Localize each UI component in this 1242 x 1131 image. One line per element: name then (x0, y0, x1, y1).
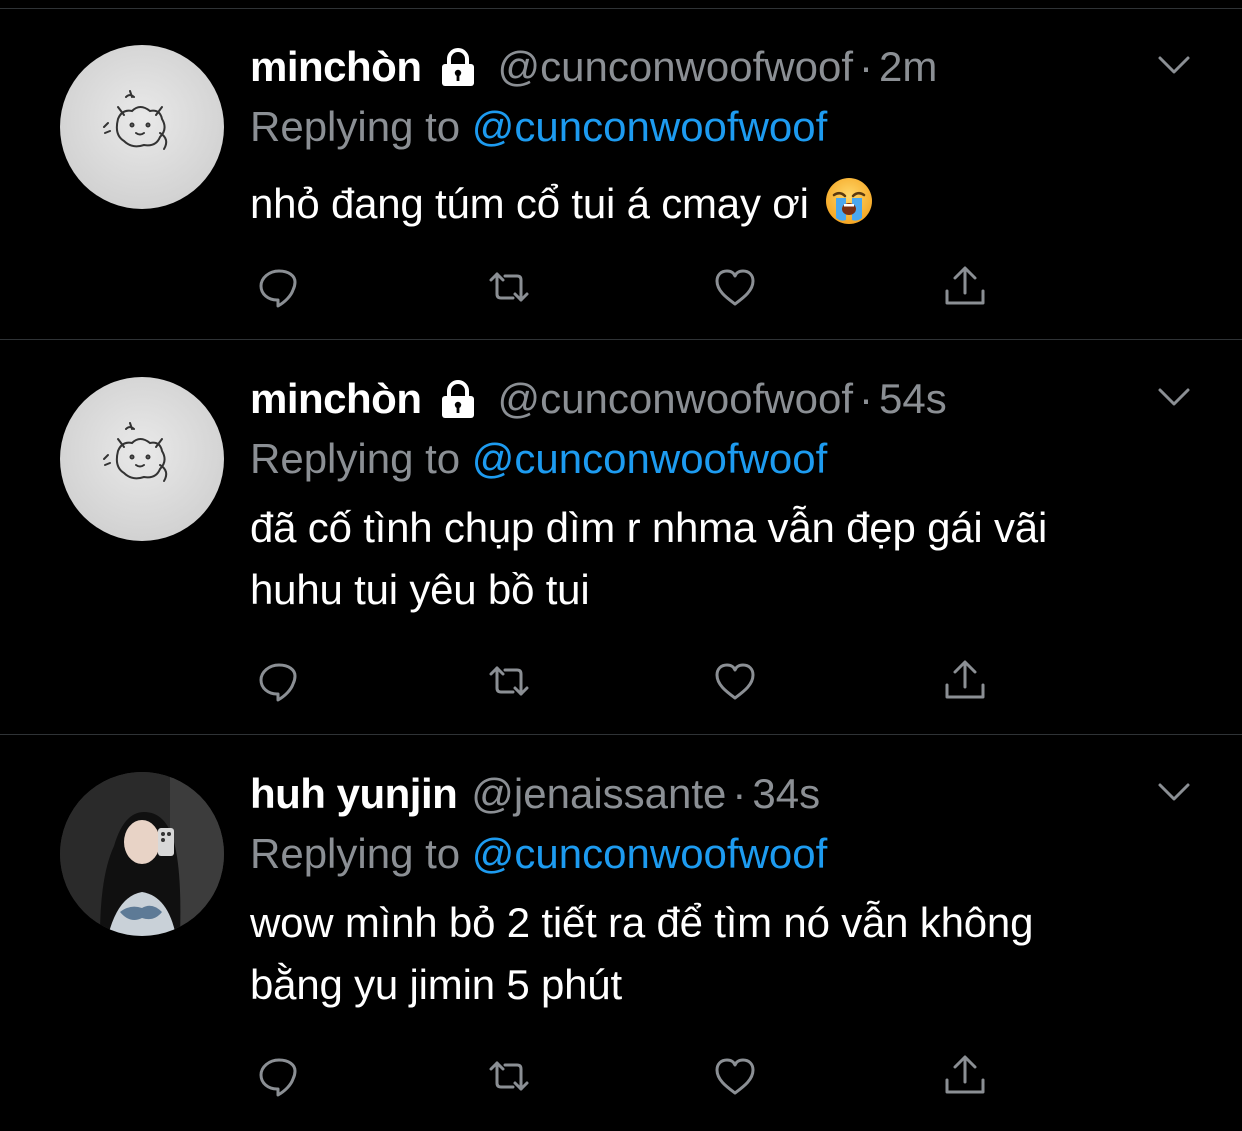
tweet-text-line: wow mình bỏ 2 tiết ra để tìm nó vẫn khôn… (250, 899, 1034, 946)
lock-icon (441, 48, 474, 86)
tweet-text-line: huhu tui yêu bồ tui (250, 566, 590, 613)
like-button[interactable] (710, 262, 760, 312)
like-icon (715, 663, 755, 700)
like-icon (715, 269, 755, 306)
handle[interactable]: @jenaissante (471, 764, 726, 824)
reply-icon (259, 663, 297, 702)
tweet-actions (250, 262, 1010, 312)
display-name[interactable]: minchòn (250, 37, 422, 97)
chevron-down-icon[interactable] (1154, 772, 1194, 812)
timestamp[interactable]: 34s (752, 764, 820, 824)
sketch-avatar-drawing (103, 422, 168, 482)
reply-mention-link[interactable]: @cunconwoofwoof (472, 103, 828, 150)
tweet-3[interactable]: huh yunjin @jenaissante · 34s Replying t… (0, 735, 1242, 1131)
retweet-icon (489, 1061, 529, 1091)
share-button[interactable] (940, 262, 990, 312)
share-icon (945, 266, 985, 305)
like-button[interactable] (710, 1051, 760, 1101)
reply-prefix: Replying to (250, 830, 461, 877)
retweet-button[interactable] (484, 262, 534, 312)
reply-button[interactable] (254, 1051, 304, 1101)
tweet-header: minchòn @cunconwoofwoof · 2m (250, 37, 1182, 97)
chevron-down-icon[interactable] (1154, 45, 1194, 85)
tweet-text: wow mình bỏ 2 tiết ra để tìm nó vẫn khôn… (250, 892, 1182, 1016)
retweet-icon (489, 272, 529, 302)
handle[interactable]: @cunconwoofwoof (498, 369, 854, 429)
share-button[interactable] (940, 1051, 990, 1101)
tweet-2[interactable]: minchòn @cunconwoofwoof · 54s Replying t… (0, 340, 1242, 735)
reply-icon (259, 1058, 297, 1097)
tweet-text-line: bằng yu jimin 5 phút (250, 961, 622, 1008)
share-icon (945, 660, 985, 699)
tweet-text: đã cố tình chụp dìm r nhma vẫn đẹp gái v… (250, 497, 1182, 621)
reply-mention-link[interactable]: @cunconwoofwoof (472, 435, 828, 482)
timestamp[interactable]: 54s (879, 369, 947, 429)
display-name[interactable]: huh yunjin (250, 764, 458, 824)
tweet-actions (250, 656, 1010, 706)
chevron-down-icon[interactable] (1154, 377, 1194, 417)
tweet-text: nhỏ đang túm cổ tui á cmay ơi (250, 173, 1182, 235)
handle[interactable]: @cunconwoofwoof (498, 37, 854, 97)
reply-icon (259, 269, 297, 308)
sketch-avatar-drawing (103, 90, 168, 150)
loudly-crying-face-emoji (826, 178, 873, 224)
timestamp[interactable]: 2m (879, 37, 937, 97)
share-icon (945, 1055, 985, 1094)
tweet-text-line: nhỏ đang túm cổ tui á cmay ơi (250, 180, 809, 227)
reply-button[interactable] (254, 656, 304, 706)
avatar[interactable] (60, 377, 224, 541)
separator-dot: · (859, 43, 874, 90)
reply-button[interactable] (254, 262, 304, 312)
photo-avatar-image (60, 772, 224, 936)
tweet-actions (250, 1051, 1010, 1101)
like-icon (715, 1058, 755, 1095)
separator-dot: · (732, 770, 747, 817)
reply-prefix: Replying to (250, 435, 461, 482)
display-name[interactable]: minchòn (250, 369, 422, 429)
avatar[interactable] (60, 45, 224, 209)
replying-to: Replying to @cunconwoofwoof (250, 824, 1182, 884)
lock-icon (441, 380, 474, 418)
avatar[interactable] (60, 772, 224, 936)
replying-to: Replying to @cunconwoofwoof (250, 97, 1182, 157)
retweet-icon (489, 666, 529, 696)
reply-mention-link[interactable]: @cunconwoofwoof (472, 830, 828, 877)
retweet-button[interactable] (484, 656, 534, 706)
separator-dot: · (859, 375, 874, 422)
reply-prefix: Replying to (250, 103, 461, 150)
tweet-header: minchòn @cunconwoofwoof · 54s (250, 369, 1182, 429)
like-button[interactable] (710, 656, 760, 706)
tweet-text-line: đã cố tình chụp dìm r nhma vẫn đẹp gái v… (250, 504, 1048, 551)
share-button[interactable] (940, 656, 990, 706)
tweet-header: huh yunjin @jenaissante · 34s (250, 764, 1182, 824)
replying-to: Replying to @cunconwoofwoof (250, 429, 1182, 489)
retweet-button[interactable] (484, 1051, 534, 1101)
tweet-1[interactable]: minchòn @cunconwoofwoof · 2m Replying to… (0, 9, 1242, 340)
